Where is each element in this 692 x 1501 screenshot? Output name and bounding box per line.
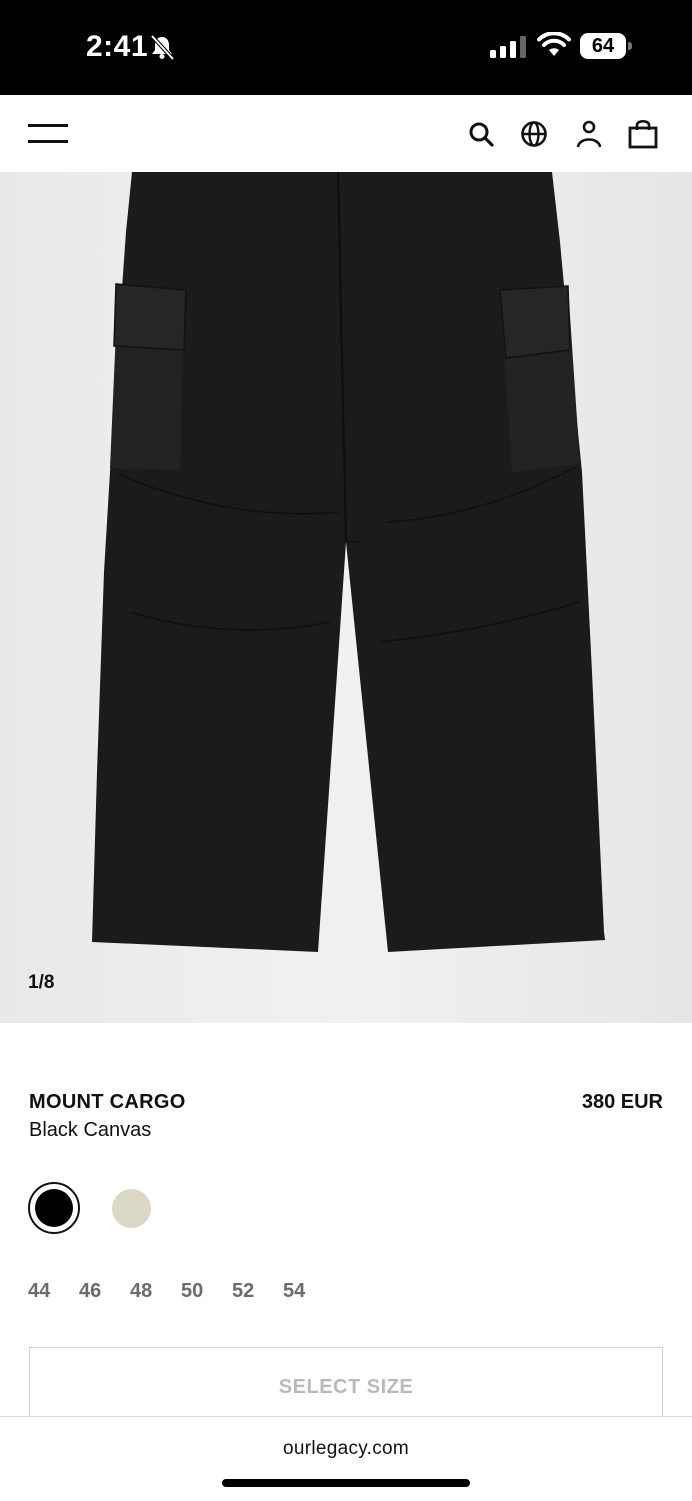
status-time: 2:41 bbox=[86, 30, 149, 63]
bell-muted-icon bbox=[150, 34, 175, 61]
status-bar: 2:41 64 bbox=[0, 0, 692, 95]
swatch-dot bbox=[35, 1189, 73, 1227]
image-counter: 1/8 bbox=[28, 972, 55, 993]
site-header bbox=[0, 95, 692, 172]
cellular-signal-icon bbox=[490, 36, 526, 58]
url-text: ourlegacy.com bbox=[282, 1438, 410, 1459]
account-icon[interactable] bbox=[573, 119, 605, 149]
size-option[interactable]: 44 bbox=[28, 1280, 79, 1303]
shopping-bag-icon[interactable] bbox=[627, 119, 659, 149]
size-option[interactable]: 54 bbox=[283, 1280, 334, 1303]
menu-icon[interactable] bbox=[28, 119, 68, 149]
color-swatch-black[interactable] bbox=[28, 1182, 80, 1234]
battery-indicator: 64 bbox=[580, 33, 632, 59]
product-price: 380 EUR bbox=[581, 1091, 663, 1113]
size-option[interactable]: 46 bbox=[79, 1280, 130, 1303]
globe-icon[interactable] bbox=[519, 119, 551, 149]
battery-level: 64 bbox=[580, 33, 626, 59]
browser-url-bar[interactable]: ourlegacy.com bbox=[0, 1416, 692, 1501]
product-color-name: Black Canvas bbox=[29, 1119, 152, 1141]
size-option[interactable]: 48 bbox=[130, 1280, 181, 1303]
product-image-gallery[interactable]: 1/8 bbox=[0, 172, 692, 1023]
size-list: 44 46 48 50 52 54 bbox=[28, 1280, 334, 1303]
size-option[interactable]: 50 bbox=[181, 1280, 232, 1303]
color-swatch-beige[interactable] bbox=[112, 1189, 151, 1228]
home-indicator[interactable] bbox=[222, 1479, 470, 1487]
wifi-icon bbox=[537, 32, 571, 56]
battery-nub bbox=[628, 42, 632, 50]
product-name: MOUNT CARGO bbox=[29, 1091, 186, 1113]
product-image bbox=[0, 172, 692, 1023]
search-icon[interactable] bbox=[466, 119, 498, 149]
select-size-button[interactable]: SELECT SIZE bbox=[29, 1347, 663, 1425]
size-option[interactable]: 52 bbox=[232, 1280, 283, 1303]
